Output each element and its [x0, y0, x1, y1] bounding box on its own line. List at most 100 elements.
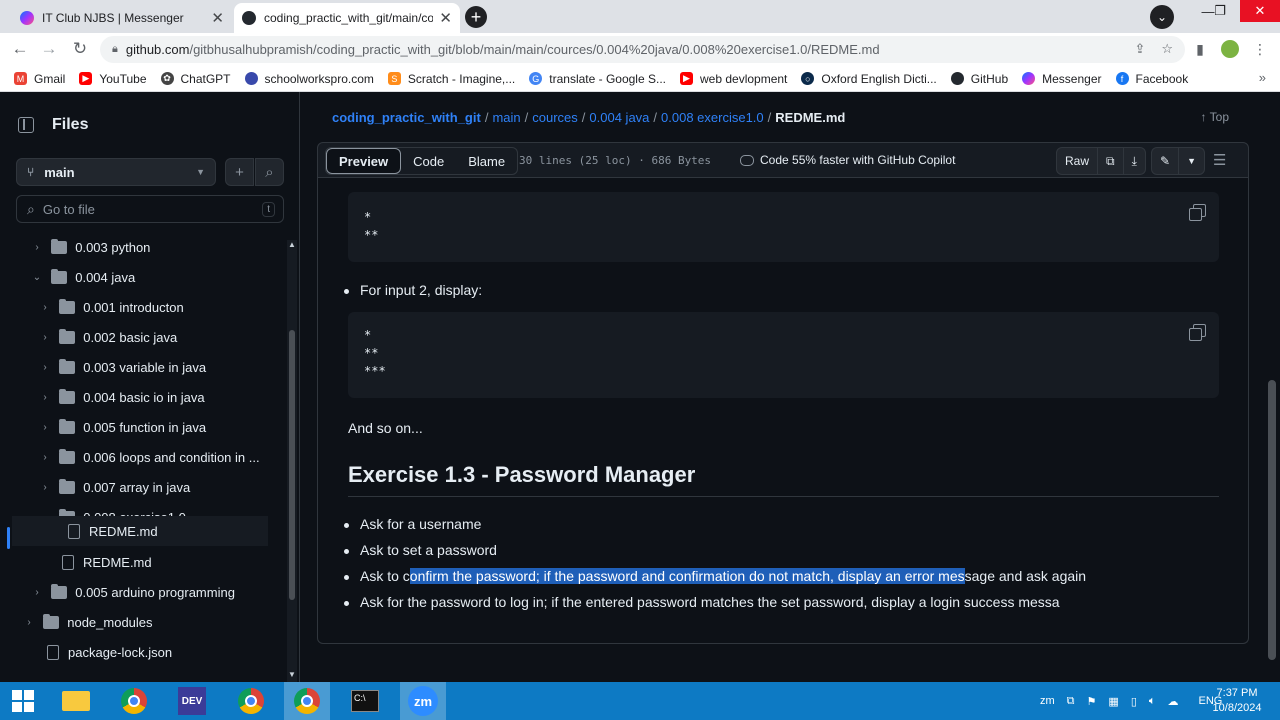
tree-folder[interactable]: ⌄ 0.004 java [30, 262, 135, 292]
forward-arrow-icon[interactable]: → [38, 38, 60, 60]
battery-icon[interactable]: ▯ [1131, 695, 1137, 708]
browser-toolbar: ← → ↻ 🔒︎ github.com/gitbhusalhubpramish/… [0, 33, 1280, 66]
sidepanel-icon[interactable]: ▮ [1191, 40, 1209, 58]
tree-folder[interactable]: › 0.003 python [30, 232, 150, 262]
file-explorer-taskbar[interactable] [53, 682, 99, 720]
address-bar[interactable]: 🔒︎ github.com/gitbhusalhubpramish/coding… [100, 36, 1185, 63]
bookmark-scratch[interactable]: S Scratch - Imagine,... [387, 71, 516, 86]
tree-folder[interactable]: › 0.007 array in java [38, 472, 190, 502]
breadcrumb-java[interactable]: 0.004 java [589, 110, 649, 125]
lock-icon: 🔒︎ [112, 43, 118, 55]
clock-time: 7:37 PM [1216, 687, 1258, 699]
more-bookmarks-icon[interactable]: » [1259, 70, 1266, 85]
onedrive-icon[interactable]: ☁ [1167, 695, 1178, 708]
copy-icon[interactable] [1189, 324, 1206, 341]
chrome-taskbar-active[interactable] [284, 682, 330, 720]
tray-app-icon[interactable]: ⧉ [1067, 695, 1075, 708]
volume-icon[interactable]: 🔈︎ [1149, 695, 1156, 708]
tree-file[interactable]: package-lock.json [47, 637, 172, 667]
tree-folder[interactable]: › 0.004 basic io in java [38, 382, 205, 412]
tree-folder[interactable]: › 0.005 arduino programming [30, 577, 235, 607]
tab-messenger[interactable]: IT Club NJBS | Messenger ✕ [12, 3, 232, 33]
selection-indicator [7, 527, 10, 549]
copy-raw-icon[interactable]: ⧉ [1098, 148, 1124, 174]
menu-dots-icon[interactable]: ⋮ [1251, 40, 1269, 58]
breadcrumb-exercise[interactable]: 0.008 exercise1.0 [661, 110, 764, 125]
flag-icon[interactable]: ⚑ [1087, 695, 1097, 708]
bookmark-schoolworkspro[interactable]: schoolworkspro.com [244, 72, 374, 86]
collapse-pane-icon[interactable] [18, 117, 34, 133]
page-scrollbar[interactable] [1265, 92, 1280, 682]
breadcrumb-repo[interactable]: coding_practic_with_git [332, 110, 481, 125]
restore-button[interactable]: ❐ [1203, 0, 1237, 22]
bookmark-web-devlopment[interactable]: ▶ web devlopment [680, 72, 787, 86]
tree-folder[interactable]: › 0.003 variable in java [38, 352, 206, 382]
tab-preview[interactable]: Preview [326, 148, 402, 174]
profile-avatar[interactable] [1221, 40, 1239, 58]
bookmark-label: translate - Google S... [549, 71, 666, 86]
tab-blame[interactable]: Blame [456, 148, 517, 174]
breadcrumb-cources[interactable]: cources [532, 110, 578, 125]
code-block: * ** *** [348, 312, 1219, 398]
tree-folder[interactable]: › 0.001 introducton [38, 292, 184, 322]
start-button[interactable] [0, 682, 46, 720]
outline-list-icon[interactable]: ☰ [1213, 151, 1226, 169]
breadcrumb-main[interactable]: main [492, 110, 520, 125]
sidebar-scrollbar[interactable] [287, 240, 297, 682]
tree-folder[interactable]: › 0.005 function in java [38, 412, 206, 442]
new-tab-button[interactable]: + [465, 6, 487, 28]
bookmarks-bar: M Gmail ▶ YouTube ✿ ChatGPT schoolworkspro.… [0, 66, 1280, 92]
zoom-tray-icon[interactable]: zm [1040, 695, 1055, 707]
bookmark-facebook[interactable]: f Facebook [1115, 72, 1188, 86]
tree-file[interactable]: REDME.md [62, 547, 152, 577]
search-button[interactable]: ⌕ [255, 158, 284, 186]
chrome-taskbar[interactable] [111, 682, 157, 720]
tree-label: 0.005 function in java [83, 419, 207, 435]
download-icon[interactable]: ⤓ [1124, 148, 1145, 174]
bookmark-messenger[interactable]: Messenger [1022, 72, 1102, 86]
tab-github[interactable]: coding_practic_with_git/main/co ✕ [234, 3, 460, 33]
bookmark-translate[interactable]: Gtranslate - Google S... [529, 72, 666, 86]
window-close-button[interactable]: ✕ [1240, 0, 1280, 22]
go-to-file-input[interactable]: ⌕ Go to file t [16, 195, 284, 223]
scroll-down-arrow-icon[interactable]: ▼ [287, 670, 297, 679]
share-icon[interactable]: ⇪ [1134, 41, 1145, 57]
zoom-taskbar[interactable]: zm [400, 682, 446, 720]
raw-button[interactable]: Raw [1057, 148, 1099, 174]
tab-search-icon[interactable]: ⌄ [1150, 5, 1174, 29]
tree-folder[interactable]: › node_modules [22, 607, 153, 637]
tree-label: 0.006 loops and condition in ... [83, 449, 260, 465]
bookmark-youtube[interactable]: ▶ YouTube [79, 72, 147, 86]
bookmark-github[interactable]: GitHub [950, 72, 1008, 86]
tree-folder[interactable]: › 0.002 basic java [38, 322, 177, 352]
chevron-down-icon[interactable]: ▼ [1179, 148, 1204, 174]
tree-file-selected[interactable]: REDME.md [12, 516, 268, 546]
network-icon[interactable]: ▦ [1108, 695, 1118, 708]
bookmark-oxford[interactable]: ○ Oxford English Dicti... [801, 72, 937, 86]
terminal-taskbar[interactable]: C:\ [342, 682, 388, 720]
branch-select-button[interactable]: ⑂ main ▼ [16, 158, 216, 186]
bookmark-label: Scratch - Imagine,... [407, 71, 516, 86]
add-file-button[interactable]: + [225, 158, 254, 186]
close-icon[interactable]: ✕ [211, 9, 224, 27]
copilot-link[interactable]: Code 55% faster with GitHub Copilot [740, 153, 955, 167]
bookmark-star-icon[interactable]: ☆ [1161, 41, 1173, 57]
chrome-taskbar-2[interactable] [228, 682, 274, 720]
top-link[interactable]: ↑ Top [1201, 110, 1229, 124]
reload-icon[interactable]: ↻ [69, 38, 91, 60]
scrollbar-thumb[interactable] [289, 330, 295, 600]
code-line: ** [364, 346, 379, 360]
tab-code[interactable]: Code [401, 148, 456, 174]
scrollbar-thumb[interactable] [1268, 380, 1276, 660]
zoom-icon: zm [408, 686, 438, 716]
clock[interactable]: 7:37 PM 10/8/2024 [1212, 686, 1262, 716]
copy-icon[interactable] [1189, 204, 1206, 221]
edit-pencil-icon[interactable]: ✎ [1152, 148, 1180, 174]
back-arrow-icon[interactable]: ← [9, 38, 31, 60]
close-icon[interactable]: ✕ [439, 9, 452, 27]
bookmark-chatgpt[interactable]: ✿ ChatGPT [160, 72, 231, 86]
scroll-up-arrow-icon[interactable]: ▲ [287, 240, 297, 249]
devcpp-taskbar[interactable]: DEV [169, 682, 215, 720]
bookmark-gmail[interactable]: M Gmail [14, 72, 65, 86]
tree-folder[interactable]: › 0.006 loops and condition in ... [38, 442, 260, 472]
